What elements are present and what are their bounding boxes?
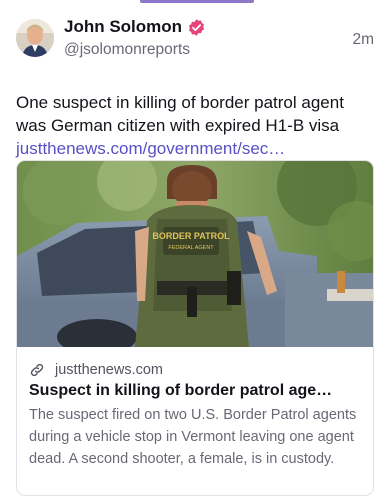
author-display-name[interactable]: John Solomon	[64, 17, 182, 37]
post-timestamp: 2m	[352, 31, 374, 48]
author-handle[interactable]: @jsolomonreports	[64, 41, 352, 59]
link-icon	[29, 362, 45, 378]
name-row: John Solomon	[64, 15, 352, 39]
post-link[interactable]: justthenews.com/government/sec…	[16, 137, 374, 160]
card-description: The suspect fired on two U.S. Border Pat…	[29, 407, 357, 467]
verified-badge-icon	[187, 18, 206, 37]
card-title[interactable]: Suspect in killing of border patrol age…	[29, 382, 361, 400]
author-info: John Solomon @jsolomonreports	[64, 15, 352, 59]
post-header: John Solomon @jsolomonreports 2m	[16, 15, 374, 67]
card-domain-row: justthenews.com	[29, 361, 361, 379]
link-preview-card[interactable]: BORDER PATROL FEDERAL AGENT justthenews.…	[16, 160, 374, 496]
image-patch-text: BORDER PATROL	[152, 231, 230, 241]
image-patch-subtext: FEDERAL AGENT	[168, 245, 214, 251]
card-domain: justthenews.com	[55, 362, 163, 378]
post-text: One suspect in killing of border patrol …	[16, 93, 344, 135]
card-body: justthenews.com Suspect in killing of bo…	[17, 347, 373, 470]
card-image: BORDER PATROL FEDERAL AGENT	[17, 161, 373, 347]
avatar[interactable]	[16, 19, 54, 57]
